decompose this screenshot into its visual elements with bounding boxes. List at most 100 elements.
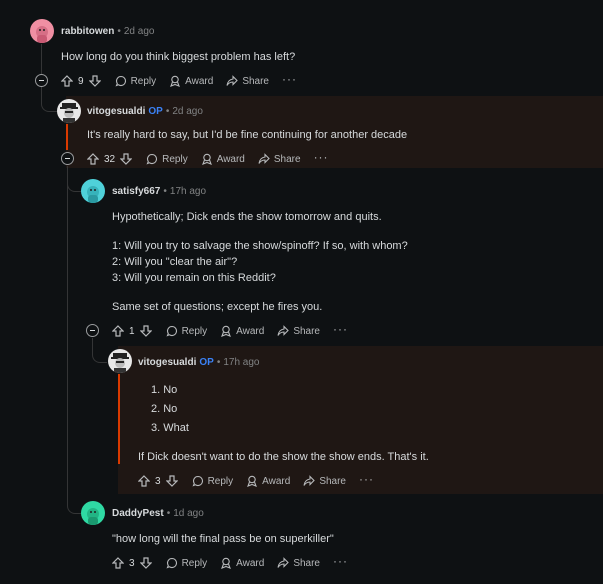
collapse-button-1[interactable] [35, 74, 48, 87]
speech-bubble-icon [146, 153, 158, 165]
reply-button[interactable]: Reply [115, 75, 156, 87]
vote-count: 3 [129, 557, 135, 569]
upvote-icon[interactable] [112, 557, 124, 569]
share-button[interactable]: Share [277, 325, 320, 337]
comment-meta-3: satisfy667 • 17h ago [112, 186, 207, 197]
comment-meta-5: DaddyPest • 1d ago [112, 508, 204, 519]
list-item-1: 1. No [151, 384, 178, 396]
reply-button[interactable]: Reply [192, 475, 233, 487]
action-bar-5: 3 Reply Award Share ··· [112, 555, 361, 571]
thread-elbow-5 [67, 492, 81, 514]
speech-bubble-icon [166, 557, 177, 569]
more-options-button[interactable]: ··· [359, 473, 374, 485]
vote-group: 1 [112, 325, 152, 337]
vote-count: 1 [129, 325, 135, 337]
reply-button[interactable]: Reply [166, 325, 207, 337]
share-button[interactable]: Share [303, 475, 346, 487]
award-icon [221, 325, 232, 337]
reply-button[interactable]: Reply [166, 557, 207, 569]
collapse-button-2[interactable] [61, 152, 74, 165]
downvote-icon[interactable] [120, 153, 133, 165]
vote-count: 32 [104, 153, 116, 165]
comment-meta-1: rabbitowen • 2d ago [61, 26, 155, 37]
comment-meta-4: vitogesualdi OP • 17h ago [138, 357, 260, 368]
thread-elbow-2 [67, 166, 81, 192]
comment-body-3-line5: Same set of questions; except he fires y… [112, 301, 323, 313]
speech-bubble-icon [192, 475, 203, 487]
timestamp: 1d ago [173, 508, 204, 519]
more-options-button[interactable]: ··· [333, 555, 348, 567]
speech-bubble-icon [115, 75, 126, 87]
username[interactable]: satisfy667 [112, 186, 160, 197]
avatar-vitogesualdi[interactable] [57, 99, 81, 123]
downvote-icon[interactable] [165, 475, 178, 487]
award-icon [170, 75, 181, 87]
award-button[interactable]: Award [169, 75, 213, 87]
upvote-icon[interactable] [112, 325, 124, 337]
username[interactable]: rabbitowen [61, 26, 114, 37]
op-accent-bar-2 [118, 374, 120, 464]
comment-body-3-line2: 1: Will you try to salvage the show/spin… [112, 240, 408, 252]
action-bar-4: 3 Reply Award Share ··· [138, 473, 387, 489]
reply-button[interactable]: Reply [146, 153, 188, 165]
award-icon [247, 475, 258, 487]
share-arrow-icon [277, 325, 290, 336]
share-button[interactable]: Share [258, 153, 301, 165]
action-bar-3: 1 Reply Award Share ··· [112, 323, 361, 339]
list-item-2: 2. No [151, 403, 178, 415]
award-button[interactable]: Award [220, 557, 264, 569]
more-options-button[interactable]: ··· [282, 73, 297, 85]
share-button[interactable]: Share [277, 557, 320, 569]
speech-bubble-icon [166, 325, 177, 337]
thread-line-root [41, 44, 42, 74]
comment-meta-2: vitogesualdi OP • 2d ago [87, 106, 203, 117]
list-item-3: 3. What [151, 422, 189, 434]
upvote-icon[interactable] [138, 475, 150, 487]
action-bar-1: 9 Reply Award Share ··· [61, 73, 310, 89]
award-button[interactable]: Award [201, 153, 245, 165]
share-arrow-icon [277, 557, 290, 568]
username[interactable]: DaddyPest [112, 508, 164, 519]
award-button[interactable]: Award [246, 475, 290, 487]
comment-body-4: If Dick doesn't want to do the show the … [138, 451, 429, 463]
vote-group: 32 [87, 153, 133, 165]
vote-count: 9 [78, 75, 84, 87]
action-bar-2: 32 Reply Award Share ··· [87, 151, 342, 167]
thread-line-level2 [67, 168, 68, 505]
avatar-vitogesualdi[interactable] [108, 349, 132, 373]
downvote-icon[interactable] [139, 557, 152, 569]
upvote-icon[interactable] [61, 75, 73, 87]
timestamp: 17h ago [169, 186, 207, 197]
thread-elbow-3 [92, 338, 107, 363]
comment-body-3-line1: Hypothetically; Dick ends the show tomor… [112, 211, 382, 223]
username[interactable]: vitogesualdi [138, 357, 196, 368]
avatar-satisfy667[interactable] [81, 179, 105, 203]
upvote-icon[interactable] [87, 153, 99, 165]
downvote-icon[interactable] [88, 75, 101, 87]
comment-body-1: How long do you think biggest problem ha… [61, 51, 296, 63]
collapse-button-3[interactable] [86, 324, 99, 337]
more-options-button[interactable]: ··· [333, 323, 348, 335]
share-arrow-icon [226, 75, 239, 86]
username[interactable]: vitogesualdi [87, 106, 145, 117]
vote-group: 9 [61, 75, 101, 87]
avatar-daddypest[interactable] [81, 501, 105, 525]
vote-count: 3 [155, 475, 161, 487]
op-badge: OP [148, 106, 163, 117]
timestamp: 2d ago [123, 26, 155, 37]
comment-body-2: It's really hard to say, but I'd be fine… [87, 129, 408, 141]
avatar-rabbitowen[interactable] [30, 19, 54, 43]
award-button[interactable]: Award [220, 325, 264, 337]
comment-body-3-line4: 3: Will you remain on this Reddit? [112, 272, 276, 284]
comment-body-5: "how long will the final pass be on supe… [112, 533, 334, 545]
share-button[interactable]: Share [226, 75, 269, 87]
award-icon [221, 557, 232, 569]
more-options-button[interactable]: ··· [314, 151, 329, 163]
comment-body-3-line3: 2: Will you "clear the air"? [112, 256, 238, 268]
timestamp: 17h ago [223, 357, 260, 368]
op-badge: OP [199, 357, 214, 368]
vote-group: 3 [138, 475, 178, 487]
op-accent-bar-1 [66, 124, 68, 150]
downvote-icon[interactable] [139, 325, 152, 337]
share-arrow-icon [258, 153, 270, 164]
